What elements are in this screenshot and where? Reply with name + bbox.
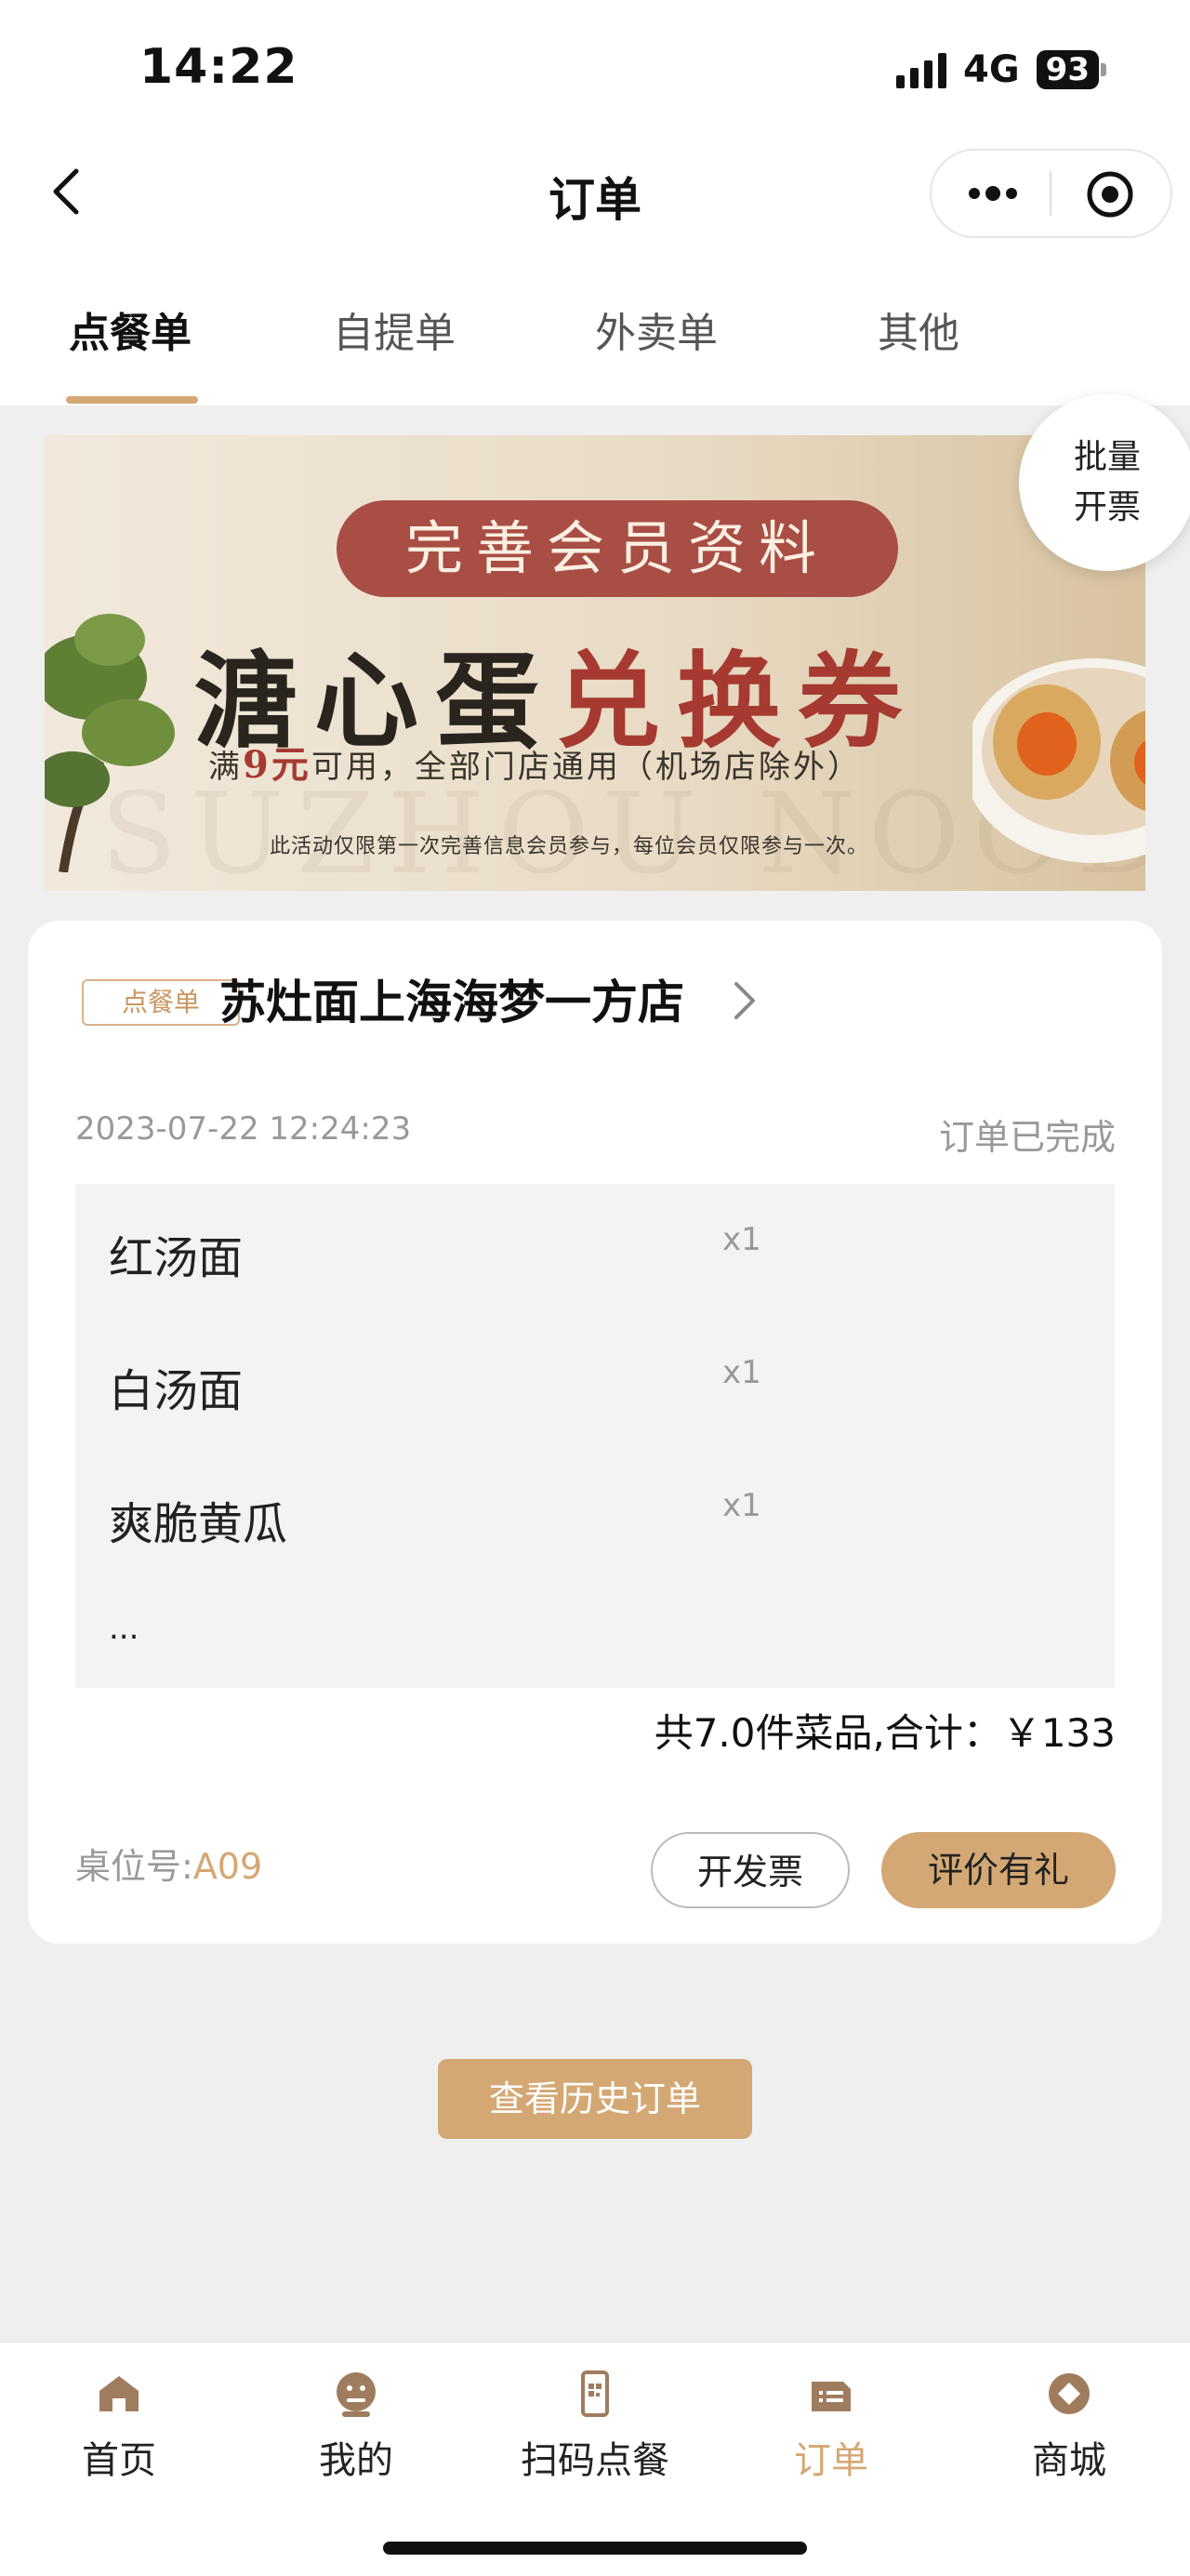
tab-delivery[interactable]: 外卖单 (595, 299, 718, 359)
bonsai-tree-image (45, 614, 175, 872)
list-item-name: 爽脆黄瓜 (109, 1498, 288, 1550)
status-indicators: 4G 93 (896, 46, 1106, 93)
order-type-badge: 点餐单 (82, 979, 240, 1026)
batch-invoice-button[interactable]: 批量 开票 (1019, 394, 1190, 571)
order-status: 订单已完成 (938, 1117, 1116, 1158)
mall-icon (1049, 2373, 1090, 2414)
promo-banner[interactable]: SUZHOU NOODLE 完善会员资料 溏心蛋兑换券 满9元可用，全部门店通用… (45, 435, 1145, 891)
tabbar-item-scan[interactable]: 扫码点餐 (511, 2369, 679, 2484)
tabbar-item-mall[interactable]: 商城 (985, 2369, 1153, 2484)
battery-icon: 93 (1036, 50, 1106, 89)
close-target-icon[interactable] (1085, 169, 1135, 219)
banner-note: 此活动仅限第一次完善信息会员参与，每位会员仅限参与一次。 (270, 835, 869, 858)
network-type: 4G (963, 48, 1020, 91)
scan-order-icon (581, 2370, 609, 2417)
order-items-list: 红汤面 x1 白汤面 x1 爽脆黄瓜 x1 ... (75, 1184, 1115, 1688)
invoice-button[interactable]: 开发票 (651, 1832, 850, 1908)
order-time: 2023-07-22 12:24:23 (75, 1110, 412, 1148)
status-time: 14:22 (139, 39, 298, 95)
table-number: 桌位号:A09 (75, 1846, 263, 1887)
tab-dine-in[interactable]: 点餐单 (69, 299, 192, 359)
home-indicator (383, 2542, 807, 2555)
chevron-right-icon[interactable] (729, 978, 760, 1023)
battery-level: 93 (1036, 50, 1099, 89)
active-tab-indicator (66, 396, 198, 404)
order-total: 共7.0件菜品,合计：￥133 (654, 1710, 1116, 1756)
list-item-qty: x1 (722, 1354, 761, 1391)
list-item-name: 红汤面 (109, 1232, 244, 1284)
tab-pickup[interactable]: 自提单 (333, 299, 456, 359)
list-item-qty: x1 (722, 1221, 761, 1258)
tab-other[interactable]: 其他 (878, 299, 959, 359)
profile-icon (337, 2372, 376, 2417)
signal-icon (896, 51, 946, 88)
miniprogram-capsule (930, 149, 1172, 238)
orders-icon (812, 2382, 851, 2411)
list-item-name: 白汤面 (109, 1365, 244, 1417)
tabbar-item-mine[interactable]: 我的 (272, 2369, 440, 2484)
list-item-qty: x1 (722, 1487, 761, 1524)
more-items-ellipsis: ... (109, 1610, 139, 1647)
banner-subline: 满9元可用，全部门店通用（机场店除外） (208, 743, 862, 787)
order-card[interactable]: 点餐单 苏灶面上海海梦一方店 2023-07-22 12:24:23 订单已完成… (28, 921, 1162, 1944)
tabbar-item-home[interactable]: 首页 (35, 2369, 203, 2484)
review-button[interactable]: 评价有礼 (881, 1832, 1116, 1908)
more-icon[interactable] (967, 180, 1019, 206)
store-name[interactable]: 苏灶面上海海梦一方店 (219, 965, 684, 1032)
banner-pill: 完善会员资料 (337, 500, 898, 597)
tabbar-item-orders[interactable]: 订单 (747, 2369, 915, 2484)
marinated-egg-image (972, 658, 1145, 863)
home-icon (99, 2376, 139, 2411)
history-orders-button[interactable]: 查看历史订单 (438, 2059, 752, 2139)
